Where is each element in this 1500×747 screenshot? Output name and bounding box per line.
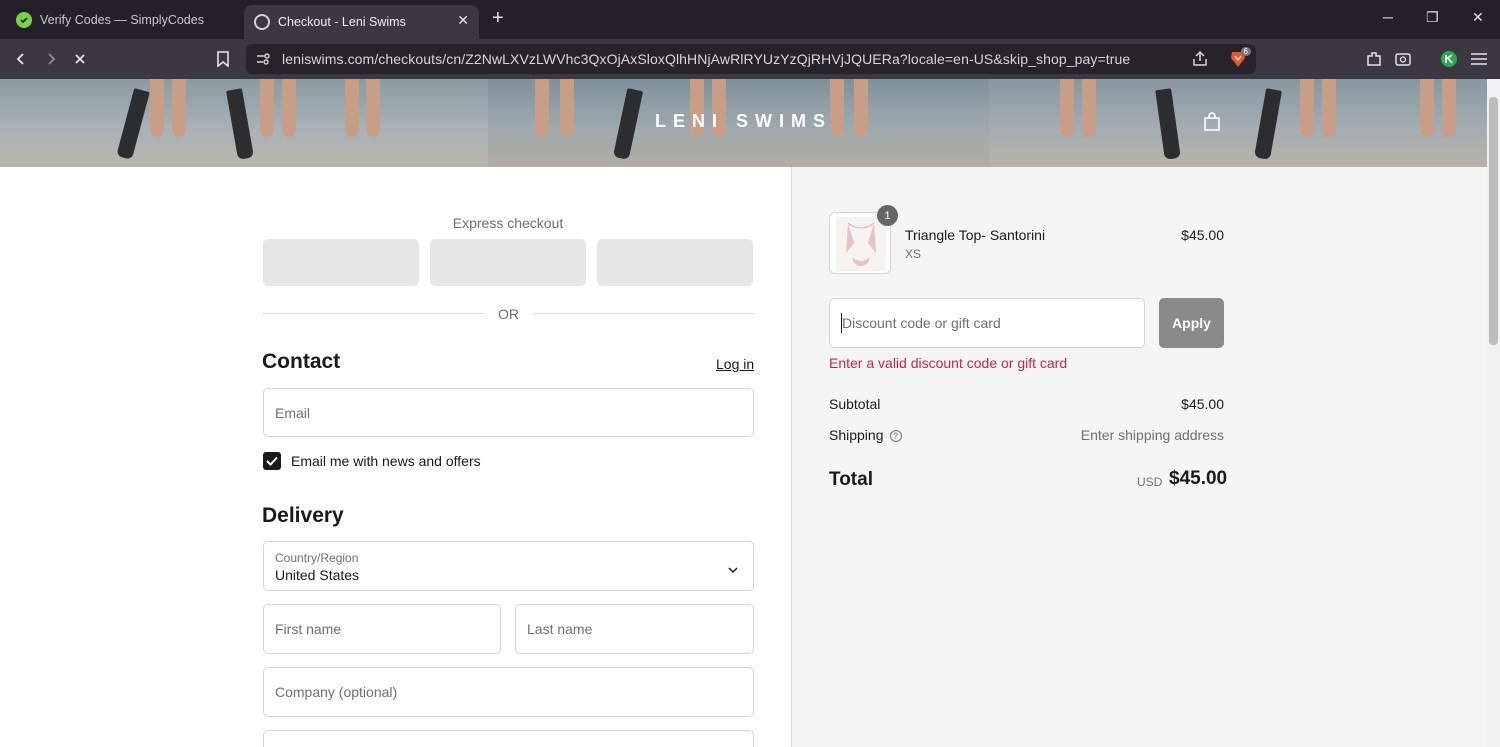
- checkout-form-column: Express checkout OR Contact Log in Email…: [0, 167, 791, 747]
- new-tab-icon[interactable]: +: [492, 8, 504, 28]
- shipping-row: Shipping?: [829, 427, 902, 443]
- tab-title: Verify Codes — SimplyCodes: [40, 13, 204, 27]
- window-close-icon[interactable]: ✕: [1472, 9, 1484, 26]
- country-select[interactable]: Country/Region United States: [263, 541, 754, 591]
- first-name-field[interactable]: First name: [263, 604, 501, 654]
- wallet-icon[interactable]: [1392, 48, 1414, 70]
- page-scrollbar[interactable]: [1487, 79, 1500, 747]
- help-icon[interactable]: ?: [889, 430, 902, 442]
- discount-code-input[interactable]: Discount code or gift card: [829, 298, 1145, 348]
- site-info-icon[interactable]: [255, 51, 271, 72]
- shopping-bag-icon[interactable]: [1203, 112, 1221, 132]
- address-field[interactable]: [263, 730, 754, 747]
- express-pay-button[interactable]: [430, 239, 586, 286]
- url-text: leniswims.com/checkouts/cn/Z2NwLXVzLWVhc…: [282, 51, 1131, 67]
- address-bar[interactable]: leniswims.com/checkouts/cn/Z2NwLXVzLWVhc…: [246, 44, 1256, 74]
- total-currency: USD: [1137, 475, 1163, 489]
- shipping-value: Enter shipping address: [1080, 427, 1224, 443]
- back-icon[interactable]: [10, 48, 32, 70]
- tab-strip: Verify Codes — SimplyCodes Checkout - Le…: [0, 0, 1500, 39]
- store-logo[interactable]: LENI SWIMS: [0, 111, 1487, 132]
- express-checkout-title: Express checkout: [452, 215, 564, 231]
- product-name: Triangle Top- Santorini: [905, 227, 1046, 243]
- tab-checkout[interactable]: Checkout - Leni Swims ✕: [244, 5, 479, 39]
- company-field[interactable]: Company (optional): [263, 667, 754, 717]
- shields-badge: 6: [1240, 47, 1251, 56]
- delivery-heading: Delivery: [262, 504, 344, 527]
- loading-favicon-icon: [254, 14, 270, 30]
- contact-heading: Contact: [262, 350, 341, 373]
- last-name-placeholder: Last name: [527, 621, 593, 637]
- order-summary-column: [791, 167, 1487, 747]
- profile-avatar-icon[interactable]: [1438, 48, 1460, 70]
- total-value: $45.00: [1169, 468, 1228, 489]
- browser-toolbar: leniswims.com/checkouts/cn/Z2NwLXVzLWVhc…: [0, 39, 1500, 79]
- discount-error-message: Enter a valid discount code or gift card: [829, 355, 1068, 371]
- discount-placeholder: Discount code or gift card: [842, 315, 1001, 331]
- country-label: Country/Region: [275, 551, 359, 565]
- restore-icon[interactable]: ❐: [1426, 9, 1439, 26]
- email-field[interactable]: Email: [263, 388, 754, 437]
- share-icon[interactable]: [1191, 50, 1209, 73]
- bookmark-icon[interactable]: [212, 48, 234, 70]
- chevron-down-icon: [727, 561, 739, 574]
- store-header-banner: LENI SWIMS: [0, 79, 1487, 167]
- product-price: $45.00: [1181, 227, 1224, 243]
- quantity-badge: 1: [877, 205, 898, 226]
- total-label: Total: [829, 469, 873, 490]
- subtotal-label: Subtotal: [829, 396, 881, 412]
- express-pay-button[interactable]: [263, 239, 419, 286]
- minimize-icon[interactable]: ─: [1383, 9, 1393, 25]
- subtotal-value: $45.00: [1181, 396, 1224, 412]
- extensions-icon[interactable]: [1363, 48, 1385, 70]
- email-placeholder: Email: [275, 405, 311, 421]
- stop-loading-icon[interactable]: [69, 48, 91, 70]
- forward-icon[interactable]: [40, 48, 62, 70]
- page-viewport: LENI SWIMS Express checkout OR Contact L…: [0, 79, 1500, 747]
- first-name-placeholder: First name: [275, 621, 342, 637]
- close-tab-icon[interactable]: ✕: [457, 12, 469, 29]
- tab-title: Checkout - Leni Swims: [278, 15, 406, 29]
- news-checkbox-label[interactable]: Email me with news and offers: [291, 453, 481, 469]
- brave-shields-icon[interactable]: 6: [1228, 47, 1251, 69]
- scrollbar-thumb[interactable]: [1489, 97, 1498, 345]
- express-pay-button[interactable]: [597, 239, 753, 286]
- product-variant: XS: [905, 247, 922, 261]
- menu-icon[interactable]: [1468, 48, 1490, 70]
- simplycodes-favicon-icon: [16, 12, 32, 28]
- login-link[interactable]: Log in: [716, 356, 754, 372]
- news-checkbox[interactable]: [263, 452, 281, 470]
- or-separator: OR: [498, 306, 519, 322]
- company-placeholder: Company (optional): [275, 684, 398, 700]
- shipping-label: Shipping: [829, 427, 884, 443]
- country-value: United States: [275, 567, 360, 583]
- apply-discount-button[interactable]: Apply: [1159, 298, 1224, 348]
- tab-simplycodes[interactable]: Verify Codes — SimplyCodes: [8, 5, 240, 35]
- last-name-field[interactable]: Last name: [515, 604, 754, 654]
